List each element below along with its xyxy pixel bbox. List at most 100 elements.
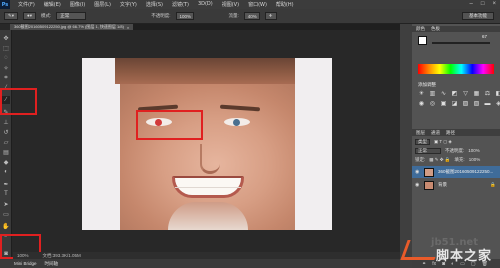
invert-icon[interactable]: ◪ xyxy=(451,100,458,107)
hand-tool-icon[interactable]: ✋ xyxy=(2,222,10,230)
workspace-select[interactable]: 基本功能 xyxy=(462,12,494,20)
airbrush-toggle[interactable]: ✈ xyxy=(264,12,277,20)
layer-thumbnail xyxy=(424,167,434,177)
channel-mixer-icon[interactable]: ◎ xyxy=(429,100,436,107)
adjustment-icons: ☀ ▥ ∿ ◩ ▽ ▦ ⚖ ◧ ◉ ◎ ▣ ◪ ▨ ▧ ▬ ◈ xyxy=(418,90,500,107)
lasso-tool-icon[interactable]: ◌ xyxy=(2,54,10,62)
shape-tool-icon[interactable]: ▭ xyxy=(2,210,10,218)
zoom-level[interactable]: 100% xyxy=(17,253,29,258)
vibrance-icon[interactable]: ▽ xyxy=(462,90,469,97)
tab-minibridge[interactable]: Mini Bridge xyxy=(14,261,37,266)
pen-tool-icon[interactable]: ✒ xyxy=(2,180,10,188)
smile-mouth xyxy=(172,176,244,198)
color-lookup-icon[interactable]: ▣ xyxy=(440,100,447,107)
gradient-tool-icon[interactable]: ▤ xyxy=(2,148,10,156)
bottom-tabs: Mini Bridge 时间轴 xyxy=(0,259,400,268)
type-tool-icon[interactable]: T xyxy=(2,190,10,198)
visibility-eye-icon[interactable]: ◉ xyxy=(415,182,420,188)
menu-item-2[interactable]: 图像(I) xyxy=(70,1,85,8)
gradient-map-icon[interactable]: ▬ xyxy=(484,100,491,107)
window-controls: – □ × xyxy=(470,1,496,7)
brush-size-picker[interactable]: ●▾ xyxy=(23,12,37,20)
flow-field[interactable]: 40% xyxy=(243,12,260,20)
layer-opacity-value[interactable]: 100% xyxy=(468,148,480,153)
annotation-red-eye xyxy=(136,110,203,140)
menu-item-5[interactable]: 选择(S) xyxy=(146,1,163,8)
hue-saturation-icon[interactable]: ▦ xyxy=(473,90,480,97)
menu-item-1[interactable]: 编辑(E) xyxy=(44,1,61,8)
fill-value[interactable]: 100% xyxy=(469,157,481,162)
posterize-icon[interactable]: ▨ xyxy=(462,100,469,107)
annotation-red-eye-tool xyxy=(0,88,37,115)
move-tool-icon[interactable]: ✥ xyxy=(2,34,10,42)
tab-timeline[interactable]: 时间轴 xyxy=(45,261,59,267)
color-slider[interactable] xyxy=(432,42,490,44)
menu-item-7[interactable]: 3D(D) xyxy=(198,1,213,8)
layer-thumbnail xyxy=(424,180,434,190)
watermark: jb51.net 脚本之家 xyxy=(392,228,496,266)
adjustments-title: 添加调整 xyxy=(418,82,436,87)
layer-kind-filter[interactable]: 类型 xyxy=(415,138,430,145)
right-eyebrow xyxy=(219,104,261,112)
mode-label: 模式: xyxy=(41,13,52,18)
layer-row-1[interactable]: ◉ 360截图20160509122250... xyxy=(412,166,500,178)
maximize-icon[interactable]: □ xyxy=(481,1,485,7)
close-window-icon[interactable]: × xyxy=(492,1,496,7)
layer-name: 360截图20160509122250... xyxy=(438,169,494,174)
lock-icons[interactable]: ▩ ✎ ✥ 🔒 xyxy=(429,157,450,163)
lock-icon: 🔒 xyxy=(490,182,496,187)
color-balance-icon[interactable]: ⚖ xyxy=(484,90,491,97)
lock-row: 锁定: ▩ ✎ ✥ 🔒 填充: 100% xyxy=(412,156,500,163)
watermark-brand: 脚本之家 xyxy=(435,249,492,264)
face-photo[interactable] xyxy=(120,84,295,230)
tab-layers[interactable]: 图层 xyxy=(416,130,425,136)
blend-mode-select[interactable]: 正常 xyxy=(415,147,441,154)
fill-label: 填充: xyxy=(454,156,465,162)
menu-item-8[interactable]: 视图(V) xyxy=(222,1,239,8)
eraser-tool-icon[interactable]: ▱ xyxy=(2,138,10,146)
path-select-tool-icon[interactable]: ➤ xyxy=(2,200,10,208)
curves-icon[interactable]: ∿ xyxy=(440,90,447,97)
marquee-tool-icon[interactable]: ⬚ xyxy=(2,44,10,52)
exposure-icon[interactable]: ◩ xyxy=(451,90,458,97)
tab-paths[interactable]: 路径 xyxy=(446,130,455,136)
blur-tool-icon[interactable]: ◆ xyxy=(2,158,10,166)
threshold-icon[interactable]: ▧ xyxy=(473,100,480,107)
menu-item-9[interactable]: 窗口(W) xyxy=(248,1,267,8)
history-brush-tool-icon[interactable]: ↺ xyxy=(2,128,10,136)
tab-swatches[interactable]: 色板 xyxy=(431,26,440,32)
photoshop-window: Ps 文件(F) 编辑(E) 图像(I) 图层(L) 文字(Y) 选择(S) 滤镜(T) 3D… xyxy=(0,0,500,268)
quick-select-tool-icon[interactable]: ✧ xyxy=(2,64,10,72)
dodge-tool-icon[interactable]: ◐ xyxy=(2,168,10,176)
tab-channels[interactable]: 通道 xyxy=(431,130,440,136)
menu-item-6[interactable]: 滤镜(T) xyxy=(172,1,189,8)
options-bar: ✎▾ ●▾ 模式: 正常 不透明度: 100% 流量: 40% ✈ xyxy=(0,9,500,24)
adjustments-panel: 添加调整 ☀ ▥ ∿ ◩ ▽ ▦ ⚖ ◧ ◉ ◎ ▣ ◪ ▨ ▧ ▬ ◈ xyxy=(412,80,500,127)
fg-color-chip[interactable] xyxy=(418,36,427,45)
menu-item-4[interactable]: 文字(Y) xyxy=(120,1,137,8)
menu-item-3[interactable]: 图层(L) xyxy=(94,1,111,8)
filter-icons[interactable]: ▣ T ◻ ◈ xyxy=(434,139,452,145)
opacity-field[interactable]: 100% xyxy=(175,12,194,20)
close-tab-icon[interactable]: × xyxy=(127,25,129,30)
tab-color[interactable]: 颜色 xyxy=(416,26,425,32)
minimize-icon[interactable]: – xyxy=(470,1,473,7)
menu-item-10[interactable]: 帮助(H) xyxy=(276,1,294,8)
layer-name: 背景 xyxy=(438,182,447,187)
layer-row-background[interactable]: ◉ 背景 🔒 xyxy=(412,179,500,191)
menu-item-0[interactable]: 文件(F) xyxy=(18,1,35,8)
clone-stamp-tool-icon[interactable]: ⊥ xyxy=(2,118,10,126)
black-white-icon[interactable]: ◧ xyxy=(495,90,500,97)
brush-preset-picker[interactable]: ✎▾ xyxy=(4,12,19,20)
opacity-label: 不透明度: xyxy=(151,13,171,18)
visibility-eye-icon[interactable]: ◉ xyxy=(415,169,420,175)
brightness-icon[interactable]: ☀ xyxy=(418,90,425,97)
selective-color-icon[interactable]: ◈ xyxy=(495,100,500,107)
layers-panel-tabs: 图层 通道 路径 xyxy=(412,129,500,136)
nose xyxy=(200,144,220,174)
mode-select[interactable]: 正常 xyxy=(56,12,87,20)
crop-tool-icon[interactable]: ⌗ xyxy=(2,74,10,82)
levels-icon[interactable]: ▥ xyxy=(429,90,436,97)
color-spectrum[interactable] xyxy=(418,64,494,74)
photo-filter-icon[interactable]: ◉ xyxy=(418,100,425,107)
